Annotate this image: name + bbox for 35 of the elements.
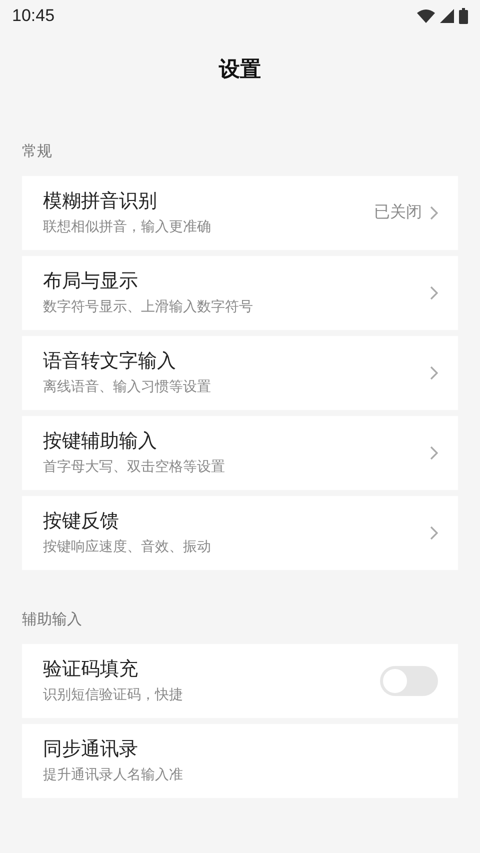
row-value: 已关闭 [374, 202, 422, 223]
settings-row[interactable]: 语音转文字输入 离线语音、输入习惯等设置 [22, 336, 458, 410]
row-subtitle: 提升通讯录人名输入准 [43, 765, 184, 784]
row-title: 布局与显示 [43, 270, 139, 294]
page-title: 设置 [219, 57, 261, 84]
chevron-icon [430, 526, 438, 540]
row-subtitle: 联想相似拼音，输入更准确 [43, 217, 212, 236]
settings-row[interactable]: 按键辅助输入 首字母大写、双击空格等设置 [22, 416, 458, 490]
row-subtitle: 首字母大写、双击空格等设置 [43, 457, 226, 476]
row-subtitle: 离线语音、输入习惯等设置 [43, 377, 212, 396]
settings-row[interactable]: 按键反馈 按键响应速度、音效、振动 [22, 496, 458, 570]
chevron-icon [430, 286, 438, 300]
section-header: 辅助输入 [22, 611, 82, 628]
row-title: 按键辅助输入 [43, 430, 158, 454]
chevron-icon [430, 366, 438, 380]
row-subtitle: 识别短信验证码，快捷 [43, 685, 184, 704]
row-subtitle: 按键响应速度、音效、振动 [43, 537, 212, 556]
row-title: 验证码填充 [43, 658, 139, 682]
section-header: 常规 [22, 143, 52, 160]
row-title: 按键反馈 [43, 510, 120, 534]
row-title: 同步通讯录 [43, 738, 139, 762]
chevron-icon [430, 446, 438, 460]
signal-icon [440, 9, 454, 23]
settings-row[interactable]: 模糊拼音识别 联想相似拼音，输入更准确 已关闭 [22, 176, 458, 250]
settings-row[interactable]: 布局与显示 数字符号显示、上滑输入数字符号 [22, 256, 458, 330]
row-subtitle: 数字符号显示、上滑输入数字符号 [43, 297, 254, 316]
wifi-icon [417, 9, 435, 23]
settings-row[interactable]: 同步通讯录 提升通讯录人名输入准 [22, 724, 458, 798]
row-title: 模糊拼音识别 [43, 190, 158, 214]
status-time: 10:45 [12, 5, 55, 28]
battery-icon [459, 8, 468, 24]
chevron-icon [430, 206, 438, 220]
toggle-switch[interactable] [380, 666, 438, 696]
settings-row[interactable]: 验证码填充 识别短信验证码，快捷 [22, 644, 458, 718]
row-title: 语音转文字输入 [43, 350, 177, 374]
